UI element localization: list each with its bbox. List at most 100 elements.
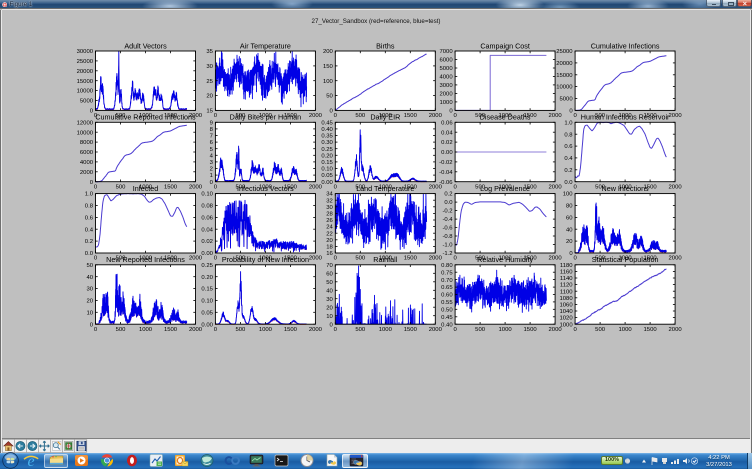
svg-text:1000: 1000 xyxy=(559,322,573,328)
svg-text:500: 500 xyxy=(355,327,366,333)
svg-text:1500: 1500 xyxy=(164,327,178,333)
svg-text:0: 0 xyxy=(573,327,577,333)
svg-text:0.75: 0.75 xyxy=(441,270,453,276)
svg-text:-0.2: -0.2 xyxy=(442,209,452,215)
svg-text:0.40: 0.40 xyxy=(441,322,453,328)
svg-text:0.65: 0.65 xyxy=(441,285,453,291)
svg-text:3: 3 xyxy=(210,160,214,166)
svg-text:0: 0 xyxy=(573,184,577,190)
svg-text:0: 0 xyxy=(214,113,218,119)
svg-text:24: 24 xyxy=(326,225,333,231)
svg-text:1100: 1100 xyxy=(560,289,573,295)
svg-text:60: 60 xyxy=(566,216,573,222)
svg-text:0: 0 xyxy=(94,327,98,333)
svg-text:0.15: 0.15 xyxy=(201,287,213,293)
svg-text:1000: 1000 xyxy=(139,327,153,333)
svg-text:1040: 1040 xyxy=(559,309,573,315)
svg-text:2000: 2000 xyxy=(429,113,443,119)
svg-text:5000: 5000 xyxy=(80,99,94,105)
svg-text:Daily Bites per Human: Daily Bites per Human xyxy=(230,113,302,122)
svg-text:6000: 6000 xyxy=(80,150,94,156)
svg-text:0: 0 xyxy=(214,184,218,190)
svg-text:1120: 1120 xyxy=(560,283,573,289)
svg-text:0.10: 0.10 xyxy=(321,167,333,173)
svg-text:0.45: 0.45 xyxy=(441,315,453,321)
svg-text:0: 0 xyxy=(334,113,338,119)
svg-text:500: 500 xyxy=(116,184,127,190)
svg-text:18: 18 xyxy=(326,245,333,251)
svg-text:7000: 7000 xyxy=(439,49,453,55)
svg-text:20: 20 xyxy=(86,299,93,305)
svg-text:1.0: 1.0 xyxy=(564,120,573,126)
svg-text:1: 1 xyxy=(210,173,213,179)
svg-text:1080: 1080 xyxy=(559,296,573,302)
svg-text:-0.8: -0.8 xyxy=(442,234,453,240)
svg-text:-0.6: -0.6 xyxy=(442,226,453,232)
svg-text:1500: 1500 xyxy=(644,327,658,333)
svg-text:5000: 5000 xyxy=(559,97,573,103)
svg-text:0.6: 0.6 xyxy=(564,144,573,150)
svg-text:0.0: 0.0 xyxy=(85,251,94,257)
svg-text:30000: 30000 xyxy=(77,49,94,55)
svg-text:2000: 2000 xyxy=(429,256,443,262)
svg-text:60: 60 xyxy=(326,271,333,277)
svg-text:0: 0 xyxy=(573,113,577,119)
svg-text:0: 0 xyxy=(453,113,457,119)
svg-text:2000: 2000 xyxy=(309,113,323,119)
svg-text:10: 10 xyxy=(86,310,93,316)
svg-text:22: 22 xyxy=(326,231,333,237)
svg-text:1500: 1500 xyxy=(284,327,298,333)
svg-text:1060: 1060 xyxy=(559,303,573,309)
svg-text:16: 16 xyxy=(326,251,333,257)
svg-text:40: 40 xyxy=(566,227,573,233)
svg-text:Air Temperature: Air Temperature xyxy=(240,41,291,50)
svg-text:0.4: 0.4 xyxy=(564,156,573,162)
svg-text:Land Temperature: Land Temperature xyxy=(356,184,414,193)
svg-text:25000: 25000 xyxy=(77,59,94,65)
svg-text:0.05: 0.05 xyxy=(201,310,213,316)
svg-text:150: 150 xyxy=(323,64,334,70)
svg-text:10000: 10000 xyxy=(77,130,94,136)
svg-text:-0.04: -0.04 xyxy=(439,170,453,176)
svg-text:100: 100 xyxy=(563,192,574,198)
svg-text:0.60: 0.60 xyxy=(441,293,453,299)
svg-text:1500: 1500 xyxy=(164,184,178,190)
svg-text:New Reported Infections: New Reported Infections xyxy=(106,255,185,264)
svg-text:4000: 4000 xyxy=(439,75,453,81)
svg-text:2000: 2000 xyxy=(549,113,563,119)
svg-text:0.80: 0.80 xyxy=(441,263,453,269)
svg-text:0.00: 0.00 xyxy=(441,150,453,156)
svg-text:4: 4 xyxy=(210,153,214,159)
svg-text:30: 30 xyxy=(326,297,333,303)
svg-text:0.00: 0.00 xyxy=(321,180,333,186)
svg-text:30: 30 xyxy=(86,287,93,293)
svg-text:26: 26 xyxy=(326,218,333,224)
svg-text:0.00: 0.00 xyxy=(201,251,213,257)
svg-text:0: 0 xyxy=(573,256,577,262)
svg-text:80: 80 xyxy=(566,204,573,210)
svg-text:1020: 1020 xyxy=(559,316,573,322)
svg-text:10000: 10000 xyxy=(77,89,94,95)
svg-text:40: 40 xyxy=(326,288,333,294)
svg-text:40: 40 xyxy=(86,275,93,281)
svg-text:0.10: 0.10 xyxy=(201,192,213,198)
svg-text:0.50: 0.50 xyxy=(441,307,453,313)
svg-text:0.04: 0.04 xyxy=(201,227,213,233)
svg-text:0.55: 0.55 xyxy=(441,300,453,306)
svg-text:0.10: 0.10 xyxy=(201,299,213,305)
svg-text:0: 0 xyxy=(214,256,218,262)
svg-text:500: 500 xyxy=(116,327,127,333)
svg-text:0: 0 xyxy=(94,256,98,262)
svg-text:Disease Deaths: Disease Deaths xyxy=(480,113,531,122)
svg-text:Adult Vectors: Adult Vectors xyxy=(124,41,167,50)
svg-text:Campaign Cost: Campaign Cost xyxy=(480,41,530,50)
svg-text:0.00: 0.00 xyxy=(201,322,213,328)
svg-text:1500: 1500 xyxy=(404,256,418,262)
svg-text:2: 2 xyxy=(210,167,213,173)
svg-text:100: 100 xyxy=(323,79,334,85)
svg-text:0.15: 0.15 xyxy=(321,160,333,166)
svg-text:2000: 2000 xyxy=(549,256,563,262)
svg-text:0.35: 0.35 xyxy=(321,134,333,140)
svg-text:2000: 2000 xyxy=(439,92,453,98)
svg-text:500: 500 xyxy=(475,327,486,333)
